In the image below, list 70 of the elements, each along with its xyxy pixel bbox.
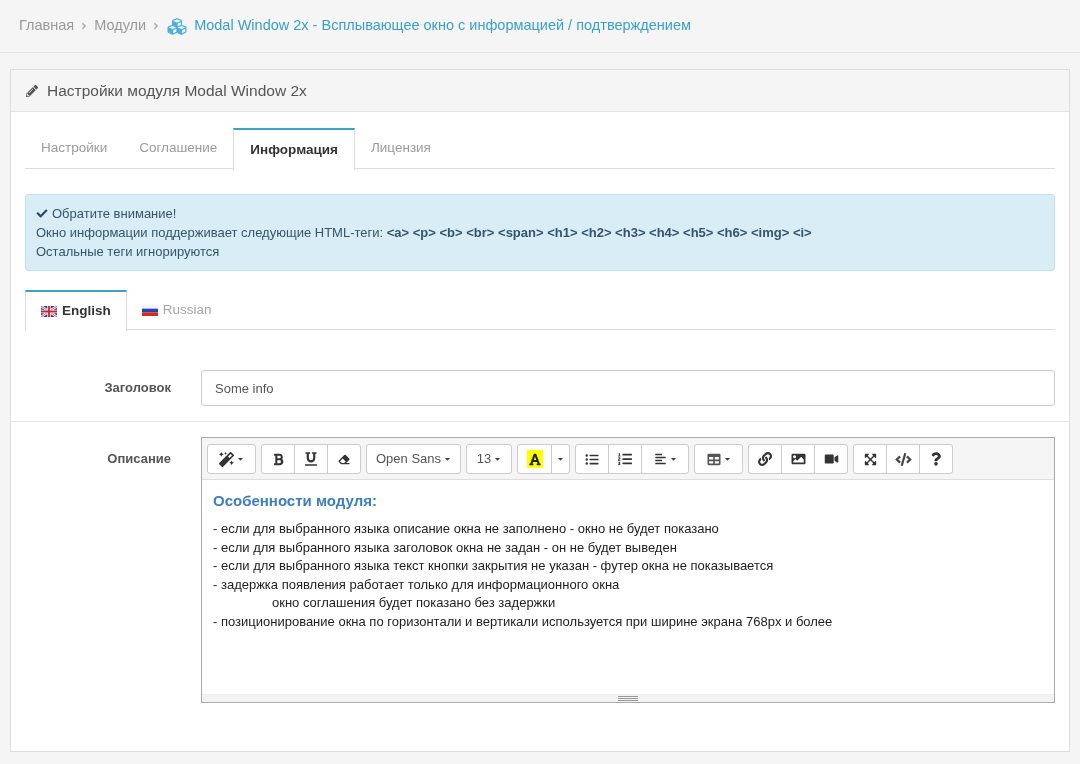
help-icon — [931, 452, 941, 466]
align-left-icon — [653, 453, 667, 465]
fullscreen-button[interactable] — [853, 444, 887, 474]
font-size-dropdown[interactable]: 13 — [466, 444, 512, 474]
breadcrumb-current-link[interactable]: Modal Window 2x - Всплывающее окно с информацией / подтверждением — [166, 15, 691, 37]
bullet-list-icon — [585, 452, 599, 466]
table-button[interactable] — [694, 444, 743, 474]
alert-text: Окно информации поддерживает следующие HTML-теги: <a> <p> <b> <br> <span> <h1> <h2> <h3> <h4> <h5> <h6> <img> <i> — [36, 224, 813, 242]
eraser-button[interactable] — [327, 444, 361, 474]
editor-text-line: - если для выбранного языка заголовок окна не задан - он не будет выведен — [213, 538, 678, 557]
link-button[interactable] — [748, 444, 782, 474]
tab[interactable]: Лицензия — [354, 128, 447, 169]
breadcrumb-link[interactable]: Модули — [94, 15, 147, 37]
tab[interactable]: Соглашение — [123, 128, 234, 169]
video-button[interactable] — [814, 444, 848, 474]
alert-heading: Обратите внимание! — [52, 205, 177, 223]
tab[interactable]: Настройки — [25, 128, 124, 169]
title-input[interactable]: Some info — [201, 370, 1055, 406]
check-icon — [36, 208, 48, 219]
bullet-list-button[interactable] — [575, 444, 609, 474]
alert-text: Остальные теги игнорируются — [36, 243, 221, 261]
chevron-right-icon — [81, 21, 88, 31]
tab[interactable]: Информация — [233, 128, 355, 170]
caret-icon — [494, 455, 502, 463]
table-icon — [706, 452, 721, 466]
caret-icon — [723, 455, 731, 463]
fullscreen-icon — [863, 452, 877, 466]
bold-icon — [272, 452, 284, 466]
underline-button[interactable] — [294, 444, 328, 474]
font-family-dropdown[interactable]: Open Sans — [366, 444, 461, 474]
editor-text-line: - позиционирование окна по горизонтали и вертикали используется при ширине экрана 768px и более — [213, 612, 834, 631]
editor-heading: Особенности модуля: — [213, 491, 378, 511]
field-label: Заголовок — [103, 379, 171, 398]
language-tab[interactable]: Russian — [126, 290, 227, 330]
style-button[interactable] — [207, 444, 256, 474]
underline-icon — [305, 452, 317, 466]
cubes-icon — [166, 16, 189, 36]
code-view-button[interactable] — [886, 444, 920, 474]
editor-text-line: - если для выбранного языка текст кнопки закрытия не указан - футер окна не показывается — [213, 557, 775, 575]
bold-button[interactable] — [261, 444, 295, 474]
pencil-icon — [26, 84, 38, 97]
image-button[interactable] — [781, 444, 815, 474]
editor-text-line: - задержка появления работает только для информационного окна — [213, 575, 621, 594]
eraser-icon — [338, 453, 350, 465]
chevron-right-icon — [153, 21, 160, 31]
field-label: Описание — [106, 450, 171, 468]
caret-icon — [237, 455, 244, 463]
russia-flag-icon — [141, 304, 158, 316]
numbered-list-icon — [618, 452, 632, 466]
breadcrumb-link[interactable]: Главная — [19, 15, 75, 37]
caret-icon — [669, 455, 677, 463]
uk-flag-icon — [41, 306, 57, 317]
numbered-list-button[interactable] — [608, 444, 642, 474]
editor-text-line: окно соглашения будет показано без задержки — [271, 594, 557, 612]
editor-text-line: - если для выбранного языка описание окна не заполнено - окно не будет показано — [213, 520, 720, 538]
link-icon — [758, 452, 772, 466]
language-tab[interactable]: English — [25, 290, 127, 331]
caret-icon — [557, 455, 564, 463]
resize-grip-icon — [618, 696, 638, 701]
panel-title: Настройки модуля Modal Window 2x — [47, 80, 307, 101]
video-camera-icon — [823, 453, 839, 465]
image-icon — [790, 452, 806, 466]
code-icon — [894, 452, 912, 466]
font-color-icon — [526, 450, 543, 468]
magic-wand-icon — [219, 451, 234, 467]
align-button[interactable] — [641, 444, 689, 474]
caret-icon — [444, 455, 451, 463]
help-button[interactable] — [919, 444, 953, 474]
color-dropdown-button[interactable] — [551, 444, 570, 474]
font-color-button[interactable] — [517, 444, 552, 474]
